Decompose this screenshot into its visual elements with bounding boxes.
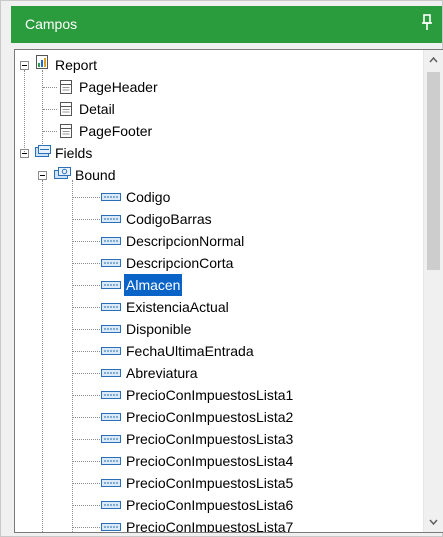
tree-content: Report Fields Bound PageHeader Detail Pa…	[15, 50, 425, 533]
tree-node-label: Abreviatura	[126, 365, 198, 381]
tree-node-label: PrecioConImpuestosLista1	[126, 387, 294, 403]
panel-title: Campos	[25, 16, 78, 32]
tree-node-label: PrecioConImpuestosLista4	[126, 453, 294, 469]
field-icon	[101, 303, 121, 311]
bound-folder-icon	[54, 167, 71, 179]
tree-connector-line	[73, 351, 100, 352]
tree-connector-line	[43, 109, 57, 110]
tree-node-label: Almacen	[124, 274, 183, 296]
tree-connector-line	[73, 417, 100, 418]
scroll-down-arrow-icon[interactable]	[424, 512, 443, 532]
section-icon	[60, 80, 72, 94]
tree-connector-line	[73, 197, 100, 198]
field-icon	[101, 193, 121, 201]
tree-connector-line	[73, 263, 100, 264]
field-icon	[101, 501, 121, 509]
tree-node-label: Report	[55, 57, 98, 73]
tree-connector-line	[43, 131, 57, 132]
tree-node-label: Detail	[79, 101, 115, 117]
tree-connector-line	[73, 241, 100, 242]
field-icon	[101, 237, 121, 245]
fields-folder-icon	[35, 145, 51, 157]
field-icon	[101, 259, 121, 267]
tree-node-label: Fields	[55, 145, 93, 161]
collapse-report-toggle[interactable]	[20, 61, 29, 70]
tree-connector-line	[73, 285, 100, 286]
tree-connector-line	[73, 395, 100, 396]
scroll-up-arrow-icon[interactable]	[424, 50, 443, 70]
tree-connector-line	[73, 307, 100, 308]
tree-node-label: Codigo	[126, 189, 171, 205]
tree-node-label: CodigoBarras	[126, 211, 212, 227]
tree-connector-line	[73, 505, 100, 506]
tree-node-label: PrecioConImpuestosLista6	[126, 497, 294, 513]
fields-panel: Campos Report Fields Bound PageHeader De…	[0, 0, 443, 537]
tree-node-label: DescripcionCorta	[126, 255, 234, 271]
field-icon	[101, 215, 121, 223]
tree-node-label: ExistenciaActual	[126, 299, 229, 315]
report-icon	[36, 55, 48, 69]
tree-node-label: FechaUltimaEntrada	[126, 343, 254, 359]
tree-connector-line	[42, 180, 43, 532]
tree-node-label: PageFooter	[79, 123, 153, 139]
tree-connector-line	[73, 461, 100, 462]
tree-node-label: PrecioConImpuestosLista7	[126, 519, 294, 533]
field-icon	[101, 435, 121, 443]
field-icon	[101, 281, 121, 289]
section-icon	[60, 102, 72, 116]
tree-connector-line	[73, 527, 100, 528]
tree-connector-line	[73, 329, 100, 330]
field-icon	[101, 413, 121, 421]
tree-connector-line	[43, 87, 57, 88]
field-icon	[101, 369, 121, 377]
tree-connector-line	[73, 483, 100, 484]
tree-node-label: PageHeader	[79, 79, 158, 95]
field-icon	[101, 457, 121, 465]
pin-icon[interactable]	[420, 13, 434, 33]
field-icon	[101, 479, 121, 487]
tree-node-label: Bound	[75, 167, 116, 183]
vertical-scrollbar[interactable]	[423, 50, 443, 532]
tree-connector-line	[73, 373, 100, 374]
tree-node-label: PrecioConImpuestosLista5	[126, 475, 294, 491]
tree-connector-line	[73, 219, 100, 220]
section-icon	[60, 124, 72, 138]
tree-connector-line	[72, 180, 73, 532]
field-icon	[101, 391, 121, 399]
tree-node-label: PrecioConImpuestosLista3	[126, 431, 294, 447]
field-icon	[101, 325, 121, 333]
scrollbar-thumb[interactable]	[427, 72, 440, 270]
tree-connector-line	[24, 70, 25, 152]
tree-node-label: DescripcionNormal	[126, 233, 245, 249]
tree-connector-line	[73, 439, 100, 440]
tree-node-label: PrecioConImpuestosLista2	[126, 409, 294, 425]
fields-tree-view[interactable]: Report Fields Bound PageHeader Detail Pa…	[14, 49, 443, 533]
field-icon	[101, 523, 121, 531]
field-icon	[101, 347, 121, 355]
tree-connector-line	[42, 70, 43, 146]
collapse-bound-toggle[interactable]	[38, 171, 47, 180]
panel-titlebar: Campos	[11, 6, 442, 43]
tree-node-label: Disponible	[126, 321, 192, 337]
